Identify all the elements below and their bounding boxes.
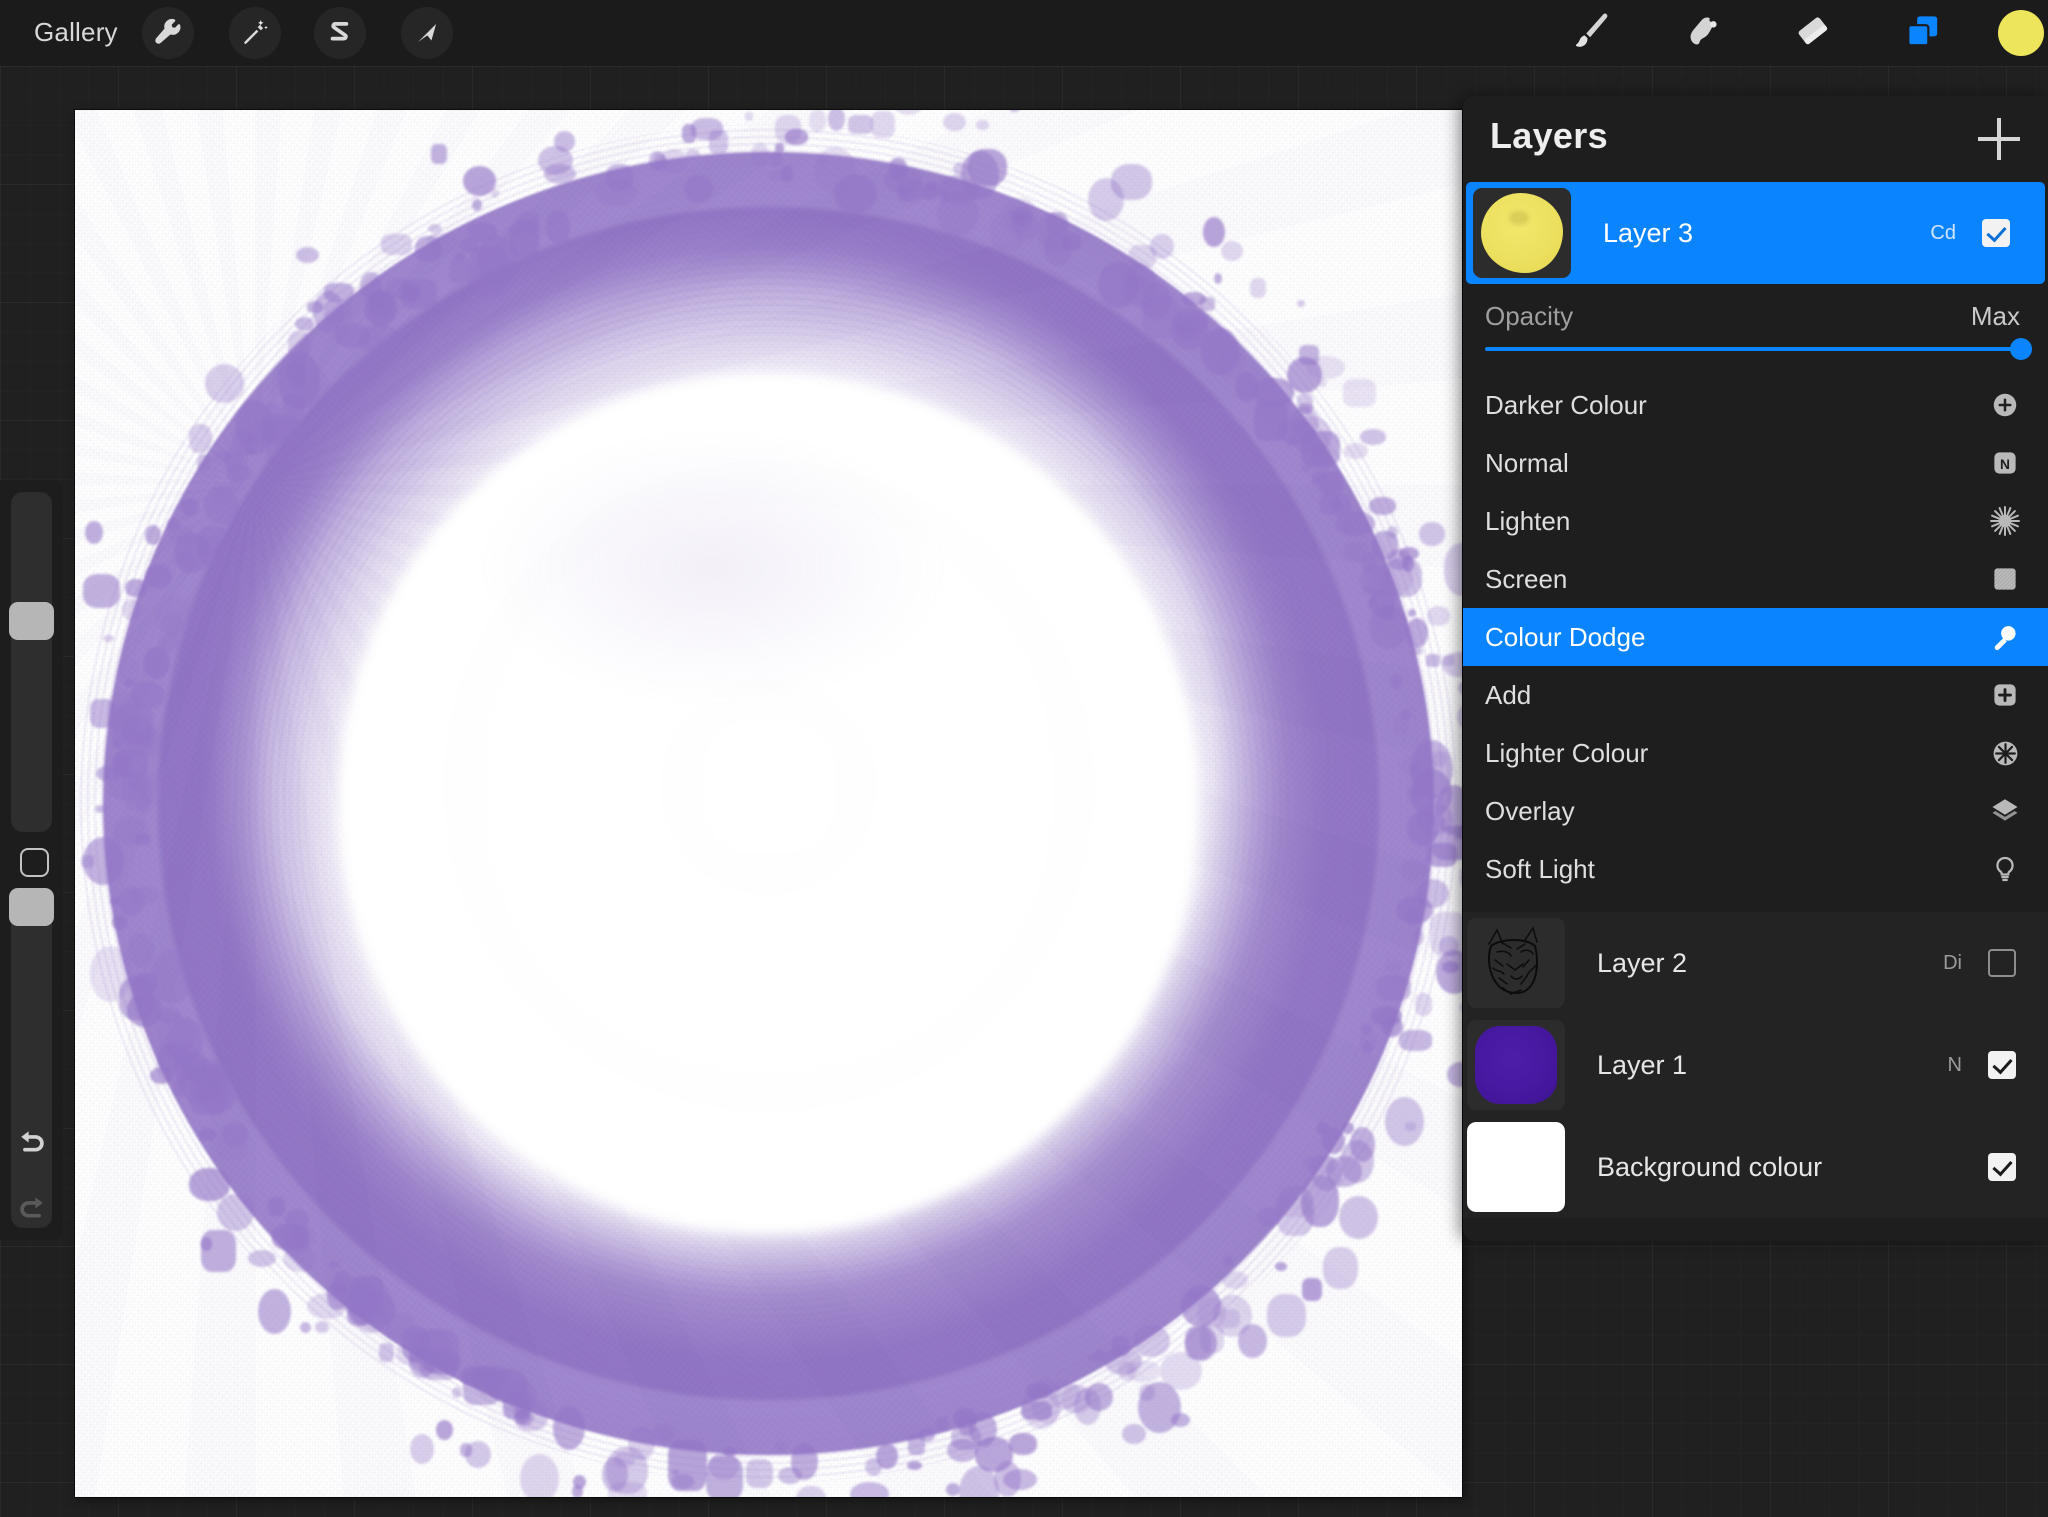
top-toolbar: Gallery: [0, 0, 2048, 66]
arrow-transform-icon: [413, 19, 441, 47]
brush-opacity-thumb[interactable]: [9, 888, 54, 926]
yellow-blob-thumbnail: [1481, 193, 1563, 273]
layer-blend-tag: Cd: [1930, 221, 1956, 244]
layers-panel: Layers Layer 3 Cd Opacity Max Darker Col…: [1463, 96, 2048, 1241]
gallery-button[interactable]: Gallery: [26, 12, 126, 53]
smudge-finger-icon: [1681, 10, 1723, 57]
purple-blob-thumbnail: [1475, 1026, 1557, 1104]
blend-mode-label: Screen: [1485, 563, 1568, 594]
layer-row[interactable]: Background colour: [1463, 1116, 2048, 1218]
artwork: [75, 110, 1462, 1497]
layer-name: Layer 2: [1597, 947, 1688, 978]
layer-visibility-checkbox[interactable]: [1988, 949, 2016, 977]
selection-button[interactable]: [314, 7, 366, 59]
wrench-icon: [153, 18, 183, 48]
blend-mode-label: Add: [1485, 679, 1532, 710]
layer-visibility-checkbox[interactable]: [1988, 1153, 2016, 1181]
layers-tool-button[interactable]: [1896, 6, 1950, 60]
brush-opacity-slider[interactable]: [9, 888, 54, 1228]
opacity-label: Opacity: [1485, 301, 1574, 331]
blend-mode-label: Darker Colour: [1485, 389, 1647, 420]
svg-text:N: N: [2000, 457, 2010, 472]
erase-tool-button[interactable]: [1786, 6, 1840, 60]
undo-arrow-icon: [15, 1127, 49, 1166]
layer-thumbnail[interactable]: [1467, 1122, 1565, 1212]
add-layer-button[interactable]: [1978, 118, 2020, 160]
layers-stack-icon: [1903, 11, 1943, 56]
layer-visibility-checkbox[interactable]: [1988, 1051, 2016, 1079]
asterisk-circle-icon: [1988, 736, 2022, 770]
white-fill-thumbnail: [1467, 1122, 1565, 1212]
layer-row[interactable]: Layer 2 Di: [1463, 912, 2048, 1014]
undo-button[interactable]: [10, 1124, 54, 1168]
layer-blend-tag: N: [1947, 1053, 1962, 1076]
left-sidebar: [0, 480, 63, 1240]
stacked-diamond-icon: [1988, 794, 2022, 828]
sunburst-icon: [1988, 504, 2022, 538]
blend-mode-overlay[interactable]: Overlay: [1463, 782, 2048, 840]
layer-visibility-checkbox[interactable]: [1982, 219, 2010, 247]
adjustments-wand-button[interactable]: [229, 7, 281, 59]
opacity-slider[interactable]: [1485, 338, 2032, 360]
modify-button[interactable]: [20, 848, 49, 877]
blend-mode-label: Normal: [1485, 447, 1569, 478]
opacity-slider-thumb[interactable]: [2010, 338, 2032, 360]
blend-mode-screen[interactable]: Screen: [1463, 550, 2048, 608]
layer-name: Background colour: [1597, 1151, 1823, 1182]
smudge-tool-button[interactable]: [1675, 6, 1729, 60]
layer-thumbnail[interactable]: [1467, 1020, 1565, 1110]
layer-thumbnail[interactable]: [1467, 918, 1565, 1008]
procreate-window: Gallery Layers Layer 3 Cd Opacity Max Da…: [0, 0, 2048, 1517]
blend-mode-label: Soft Light: [1485, 853, 1595, 884]
blend-mode-label: Lighten: [1485, 505, 1571, 536]
s-curve-selection-icon: [326, 19, 354, 47]
blend-mode-lighten[interactable]: Lighten: [1463, 492, 2048, 550]
eraser-icon: [1792, 10, 1834, 57]
blend-mode-soft-light[interactable]: Soft Light: [1463, 840, 2048, 898]
blend-mode-label: Lighter Colour: [1485, 737, 1649, 768]
layer-thumbnail[interactable]: [1473, 188, 1571, 278]
animal-sketch-thumbnail: [1467, 918, 1565, 1008]
blend-mode-darker-colour[interactable]: Darker Colour: [1463, 376, 2048, 434]
blend-mode-lighter-colour[interactable]: Lighter Colour: [1463, 724, 2048, 782]
panel-title: Layers: [1490, 115, 1608, 156]
paint-tool-button[interactable]: [1564, 6, 1618, 60]
blend-mode-label: Overlay: [1485, 795, 1575, 826]
lightbulb-icon: [1988, 852, 2022, 886]
plus-square-icon: [1988, 678, 2022, 712]
panel-divider: [1463, 898, 2048, 912]
artwork-canvas[interactable]: [75, 110, 1462, 1497]
blend-mode-list: Darker Colour Normal N Lighten Screen Colo…: [1463, 372, 2048, 898]
colour-swatch-button[interactable]: [1998, 10, 2044, 56]
layer-row[interactable]: Layer 1 N: [1463, 1014, 2048, 1116]
magic-wand-icon: [240, 18, 270, 48]
redo-button[interactable]: [10, 1190, 54, 1234]
layer-name: Layer 1: [1597, 1049, 1688, 1080]
ink-faint-swirl: [477, 429, 949, 707]
layers-panel-header: Layers: [1463, 96, 2048, 182]
diagonal-hatch-icon: [1988, 562, 2022, 596]
blend-mode-label: Colour Dodge: [1485, 621, 1646, 652]
magnifier-icon: [1988, 620, 2022, 654]
blend-mode-normal[interactable]: Normal N: [1463, 434, 2048, 492]
opacity-value: Max: [1970, 301, 2020, 331]
layer-name: Layer 3: [1603, 217, 1694, 248]
actions-wrench-button[interactable]: [142, 7, 194, 59]
opacity-control: Opacity Max: [1463, 284, 2048, 372]
brush-size-slider[interactable]: [9, 492, 54, 832]
layer-list: Layer 2 Di Layer 1 N Background colour: [1463, 912, 2048, 1218]
letter-n-square-icon: N: [1988, 446, 2022, 480]
plus-circle-icon: [1988, 388, 2022, 422]
blend-mode-add[interactable]: Add: [1463, 666, 2048, 724]
brush-size-thumb[interactable]: [9, 602, 54, 640]
transform-button[interactable]: [401, 7, 453, 59]
blend-mode-colour-dodge[interactable]: Colour Dodge: [1463, 608, 2048, 666]
redo-arrow-icon: [15, 1193, 49, 1232]
paintbrush-icon: [1570, 10, 1612, 57]
layer-blend-tag: Di: [1943, 951, 1962, 974]
layer-row-selected[interactable]: Layer 3 Cd: [1466, 182, 2045, 284]
